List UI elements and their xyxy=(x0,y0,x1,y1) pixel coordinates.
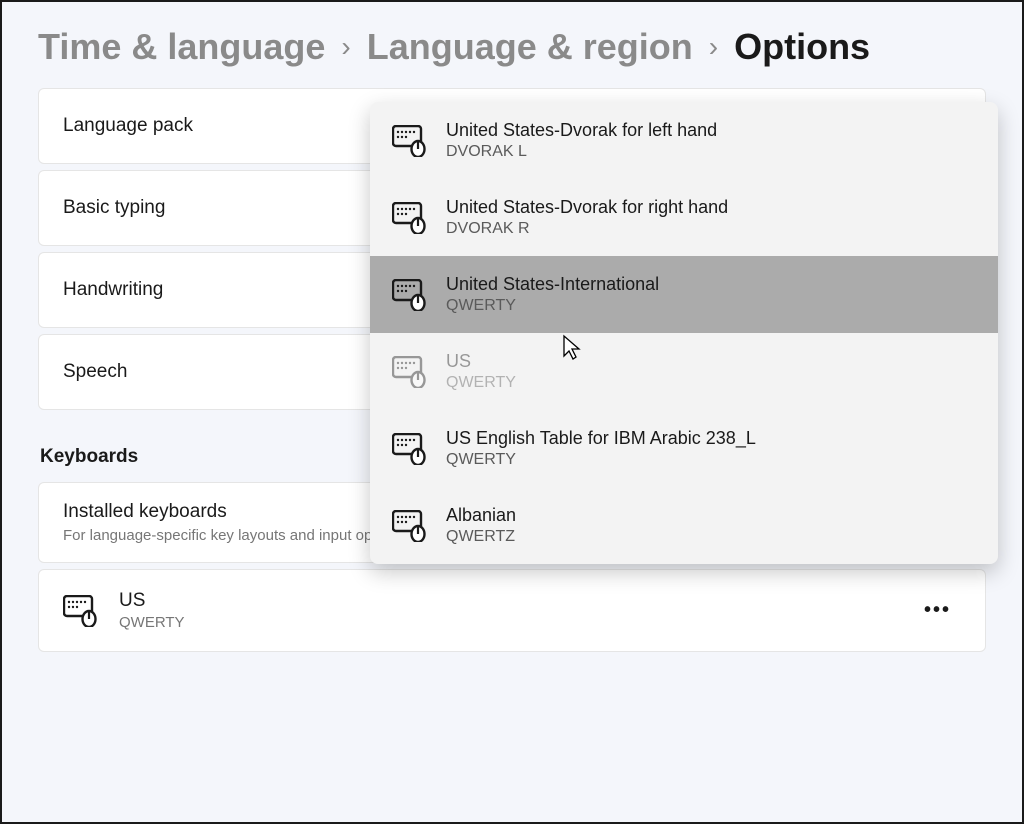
keyboard-option[interactable]: Albanian QWERTZ xyxy=(370,487,998,564)
breadcrumb-options: Options xyxy=(734,26,870,68)
option-layout: QWERTY xyxy=(446,451,976,469)
more-options-button[interactable]: ••• xyxy=(914,593,961,628)
keyboard-option[interactable]: United States-International QWERTY xyxy=(370,256,998,333)
chevron-right-icon: › xyxy=(341,31,350,63)
keyboard-option: US QWERTY xyxy=(370,333,998,410)
option-name: United States-Dvorak for left hand xyxy=(446,120,976,141)
keyboard-icon xyxy=(392,433,428,465)
keyboard-icon xyxy=(392,510,428,542)
option-layout: DVORAK R xyxy=(446,220,976,238)
keyboard-option[interactable]: United States-Dvorak for right hand DVORA… xyxy=(370,179,998,256)
option-layout: QWERTY xyxy=(446,374,976,392)
chevron-right-icon: › xyxy=(709,31,718,63)
option-layout: QWERTY xyxy=(446,297,976,315)
option-layout: QWERTZ xyxy=(446,528,976,546)
keyboard-icon xyxy=(392,356,428,388)
keyboard-option[interactable]: US English Table for IBM Arabic 238_L QWE… xyxy=(370,410,998,487)
option-name: Albanian xyxy=(446,505,976,526)
breadcrumb-language-region[interactable]: Language & region xyxy=(367,26,693,68)
keyboard-icon xyxy=(392,125,428,157)
keyboard-icon xyxy=(392,279,428,311)
keyboard-dropdown: United States-Dvorak for left hand DVORAK… xyxy=(370,102,998,564)
keyboard-layout: QWERTY xyxy=(119,614,894,631)
option-name: United States-International xyxy=(446,274,976,295)
option-layout: DVORAK L xyxy=(446,143,976,161)
keyboard-item-us[interactable]: US QWERTY ••• xyxy=(38,569,986,652)
keyboard-icon xyxy=(63,595,99,627)
breadcrumb-time-language[interactable]: Time & language xyxy=(38,26,325,68)
keyboard-option[interactable]: United States-Dvorak for left hand DVORAK… xyxy=(370,102,998,179)
keyboard-icon xyxy=(392,202,428,234)
option-name: US xyxy=(446,351,976,372)
breadcrumb: Time & language › Language & region › Op… xyxy=(38,26,986,68)
option-name: US English Table for IBM Arabic 238_L xyxy=(446,428,976,449)
keyboard-name: US xyxy=(119,590,894,612)
option-name: United States-Dvorak for right hand xyxy=(446,197,976,218)
